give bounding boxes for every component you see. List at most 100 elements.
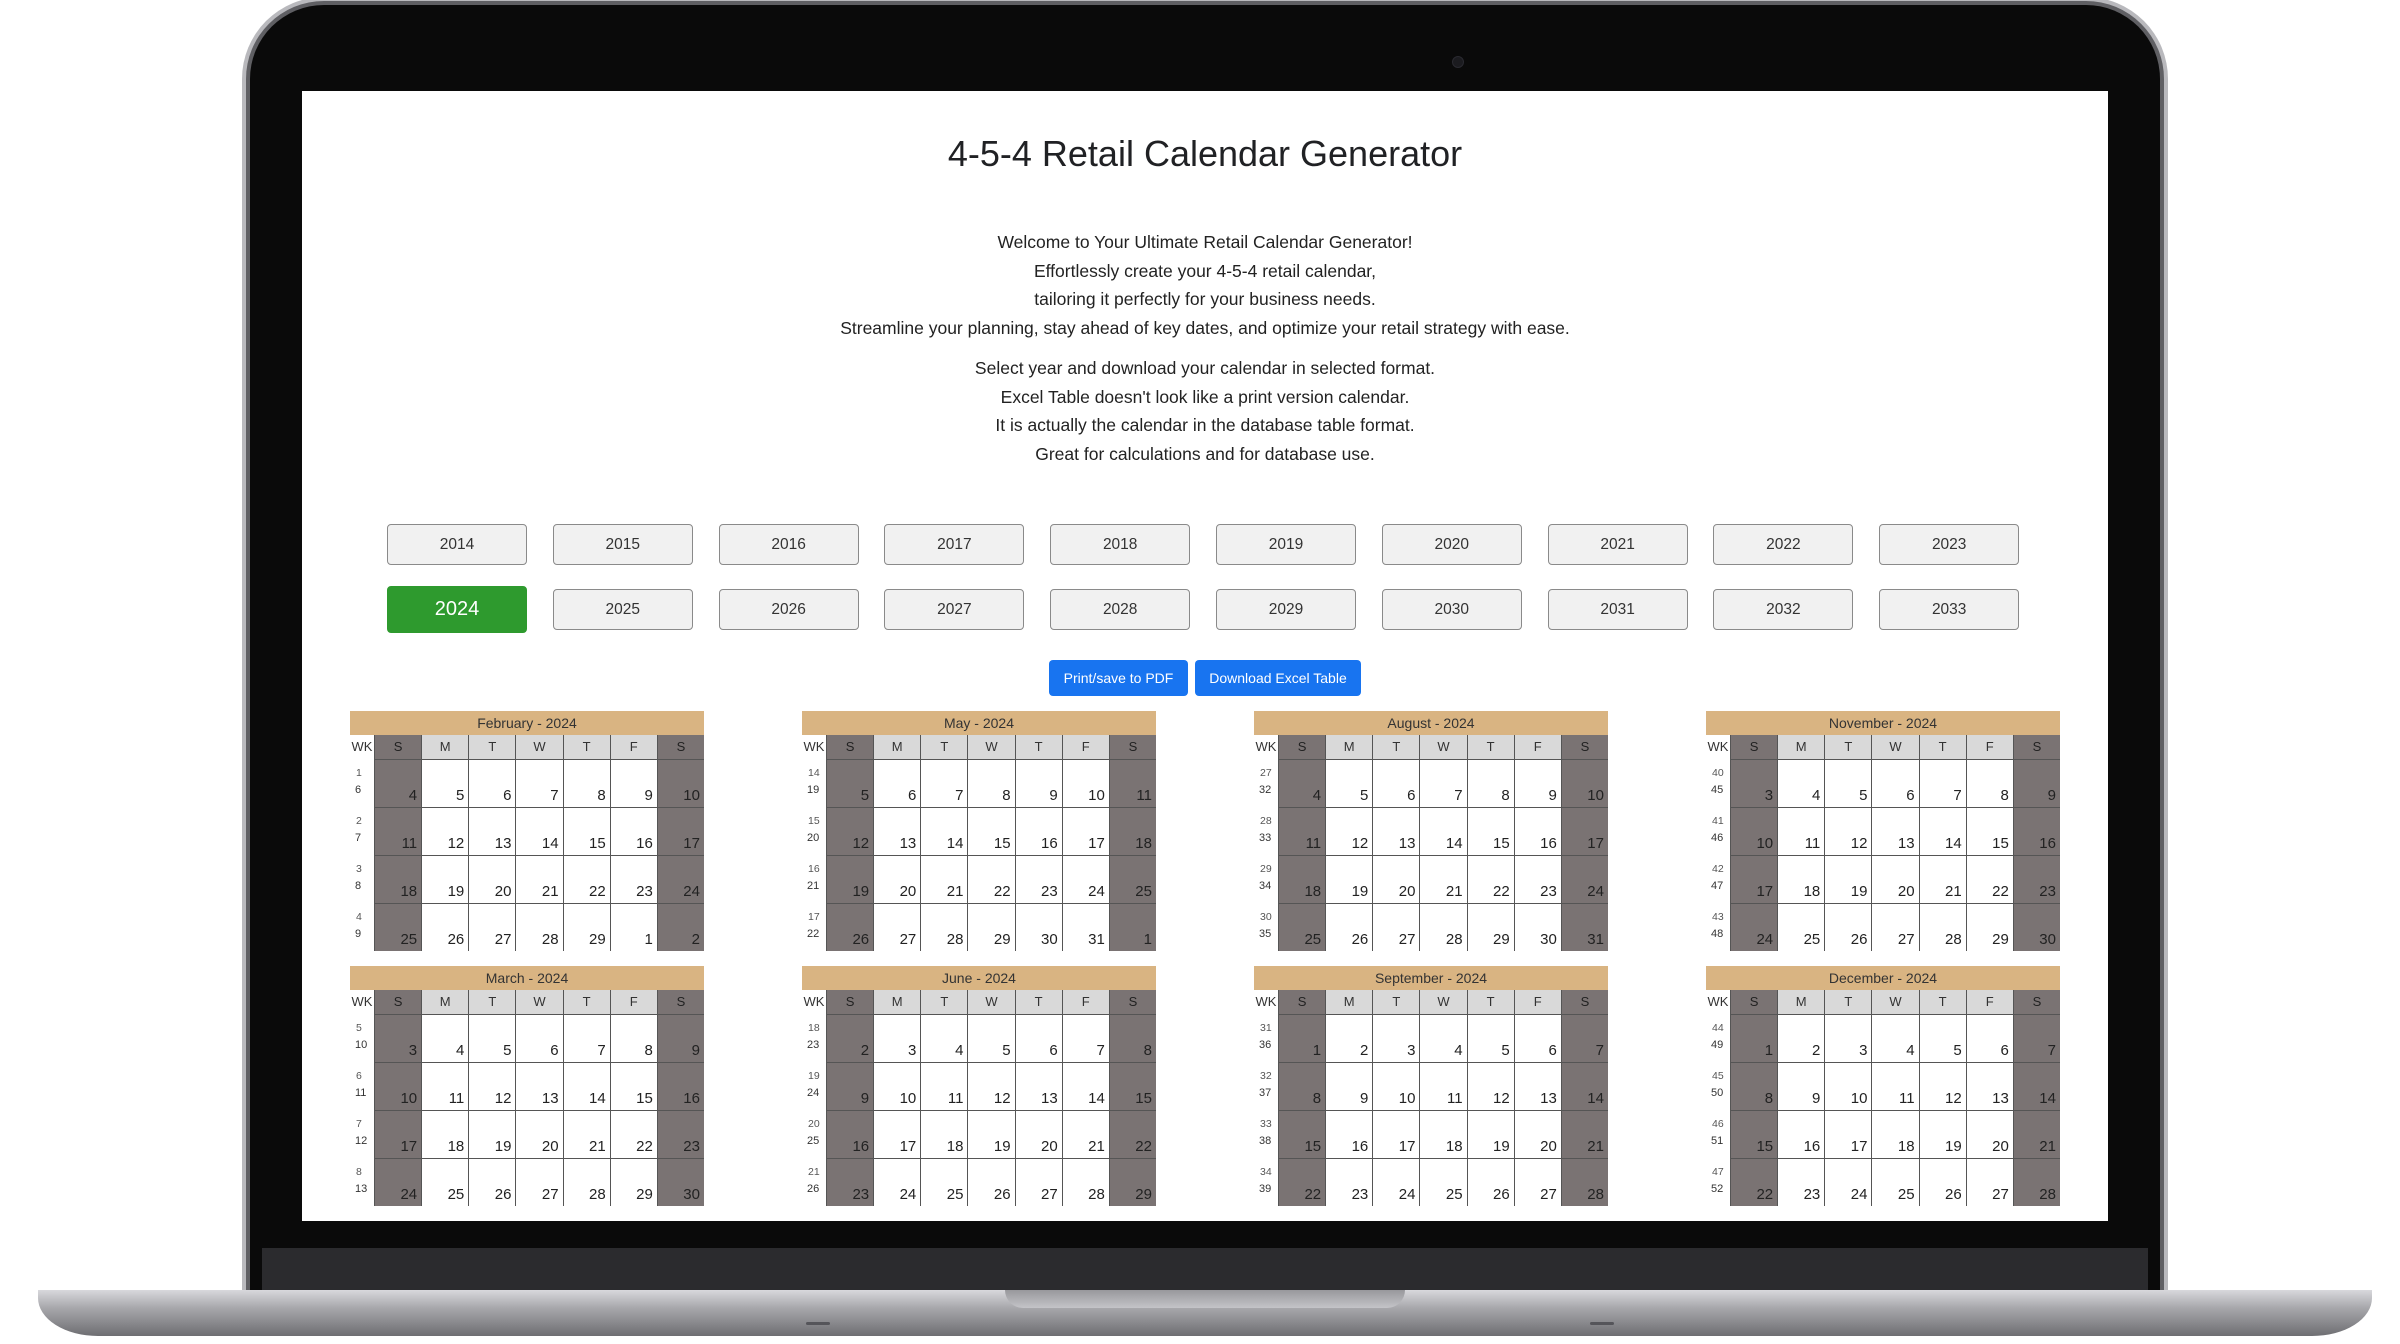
- day-number: 16: [1351, 1138, 1369, 1155]
- year-button-2031[interactable]: 2031: [1547, 589, 1688, 630]
- day-number: 20: [1540, 1138, 1557, 1155]
- fiscal-week-number: 42: [1712, 863, 1724, 875]
- fiscal-week-number: 3: [356, 863, 362, 875]
- year-button-2016[interactable]: 2016: [718, 524, 859, 565]
- day-number: 30: [1041, 931, 1058, 948]
- day-cell: 15: [1730, 1110, 1778, 1158]
- year-button-2029[interactable]: 2029: [1216, 589, 1356, 630]
- week-number: 34 39: [1254, 1158, 1278, 1205]
- day-cell: 29: [562, 903, 610, 951]
- month-title: February - 2024: [350, 711, 704, 735]
- day-number: 22: [1135, 1138, 1152, 1155]
- year-button-2028[interactable]: 2028: [1050, 589, 1191, 630]
- calendar-week-number: 33: [1259, 832, 1272, 844]
- day-cell: 8: [1108, 1014, 1156, 1062]
- year-button-2027[interactable]: 2027: [884, 589, 1025, 630]
- week-number: 41 46: [1706, 807, 1730, 854]
- year-button-2014[interactable]: 2014: [387, 524, 527, 565]
- day-cell: 13: [1014, 1062, 1062, 1110]
- day-cell: 22: [967, 855, 1015, 903]
- laptop-foot: [1590, 1322, 1614, 1325]
- day-header: T: [468, 990, 516, 1014]
- day-number: 26: [494, 1186, 512, 1203]
- day-number: 19: [993, 1138, 1011, 1155]
- calendar-week-number: 37: [1259, 1087, 1272, 1099]
- day-number: 27: [1398, 931, 1416, 948]
- day-cell: 23: [656, 1110, 704, 1158]
- week-number: 29 34: [1254, 855, 1278, 902]
- month-grid: WK S M T W T F S 31 36 1 2 3 4 5 6 7 32 37 8 9 10 11 12 13 14 33 38…: [1254, 990, 1608, 1206]
- day-cell: 19: [1824, 855, 1872, 903]
- day-number: 7: [1953, 787, 1962, 804]
- day-cell: 28: [1419, 903, 1467, 951]
- year-button-2025[interactable]: 2025: [552, 589, 693, 630]
- day-header: F: [609, 735, 657, 759]
- day-number: 2: [1811, 1042, 1821, 1059]
- day-number: 10: [899, 1090, 917, 1107]
- year-button-2018[interactable]: 2018: [1050, 524, 1191, 565]
- day-cell: 21: [1419, 855, 1467, 903]
- print-pdf-button[interactable]: Print/save to PDF: [1049, 660, 1188, 696]
- day-cell: 13: [1871, 807, 1919, 855]
- year-button-2030[interactable]: 2030: [1381, 589, 1522, 630]
- day-header: T: [468, 735, 516, 759]
- week-number: 27: [350, 807, 374, 854]
- year-button-2019[interactable]: 2019: [1216, 524, 1356, 565]
- day-number: 16: [683, 1090, 700, 1107]
- week-number: 8 13: [350, 1158, 374, 1205]
- day-header: T: [920, 735, 968, 759]
- month-grid: WK S M T W T F S 5 10 3 4 5 6 7 8 9 6 11 10 11 12 13 14 15 16 7 12 1…: [350, 990, 704, 1206]
- year-button-2017[interactable]: 2017: [884, 524, 1025, 565]
- day-cell: 7: [1419, 759, 1467, 807]
- day-cell: 5: [1918, 1014, 1966, 1062]
- day-number: 6: [1049, 1042, 1058, 1059]
- day-cell: 19: [1918, 1110, 1966, 1158]
- year-button-2020[interactable]: 2020: [1381, 524, 1522, 565]
- day-number: 4: [408, 787, 418, 804]
- day-number: 12: [852, 835, 870, 852]
- day-cell: 26: [1466, 1158, 1514, 1206]
- day-cell: 9: [826, 1062, 874, 1110]
- day-number: 26: [1351, 931, 1369, 948]
- download-excel-button[interactable]: Download Excel Table: [1195, 660, 1361, 696]
- day-cell: 14: [515, 807, 563, 855]
- day-number: 10: [683, 787, 700, 804]
- week-number: 17 22: [802, 903, 826, 950]
- year-button-2023[interactable]: 2023: [1879, 524, 2020, 565]
- fiscal-week-number: 1: [356, 767, 362, 779]
- fiscal-week-number: 8: [356, 1166, 362, 1178]
- day-cell: 12: [826, 807, 874, 855]
- day-header: F: [1965, 735, 2013, 759]
- instruction-line: It is actually the calendar in the datab…: [995, 415, 1415, 435]
- day-header: F: [609, 990, 657, 1014]
- day-number: 16: [2039, 835, 2056, 852]
- day-cell: 16: [2012, 807, 2060, 855]
- year-button-2024[interactable]: 2024: [387, 586, 527, 633]
- day-cell: 19: [967, 1110, 1015, 1158]
- day-header: T: [562, 990, 610, 1014]
- day-number: 21: [946, 883, 964, 900]
- day-header: T: [1372, 735, 1420, 759]
- day-number: 8: [597, 787, 606, 804]
- day-number: 28: [1445, 931, 1463, 948]
- day-cell: 6: [1014, 1014, 1062, 1062]
- year-button-2021[interactable]: 2021: [1547, 524, 1688, 565]
- day-cell: 15: [1278, 1110, 1326, 1158]
- day-number: 4: [1454, 1042, 1463, 1059]
- year-button-2032[interactable]: 2032: [1713, 589, 1854, 630]
- day-cell: 1: [609, 903, 657, 951]
- month-title: March - 2024: [350, 966, 704, 990]
- year-button-2033[interactable]: 2033: [1879, 589, 2020, 630]
- day-number: 7: [1096, 1042, 1105, 1059]
- day-header: S: [1730, 735, 1778, 759]
- week-number: 45 50: [1706, 1062, 1730, 1109]
- year-button-2026[interactable]: 2026: [718, 589, 859, 630]
- day-number: 12: [993, 1090, 1011, 1107]
- year-button-2022[interactable]: 2022: [1713, 524, 1854, 565]
- week-number: 16: [350, 759, 374, 806]
- year-button-2015[interactable]: 2015: [552, 524, 693, 565]
- day-header: T: [1918, 735, 1966, 759]
- day-cell: 4: [920, 1014, 968, 1062]
- day-number: 22: [1756, 1186, 1774, 1203]
- day-cell: 12: [1918, 1062, 1966, 1110]
